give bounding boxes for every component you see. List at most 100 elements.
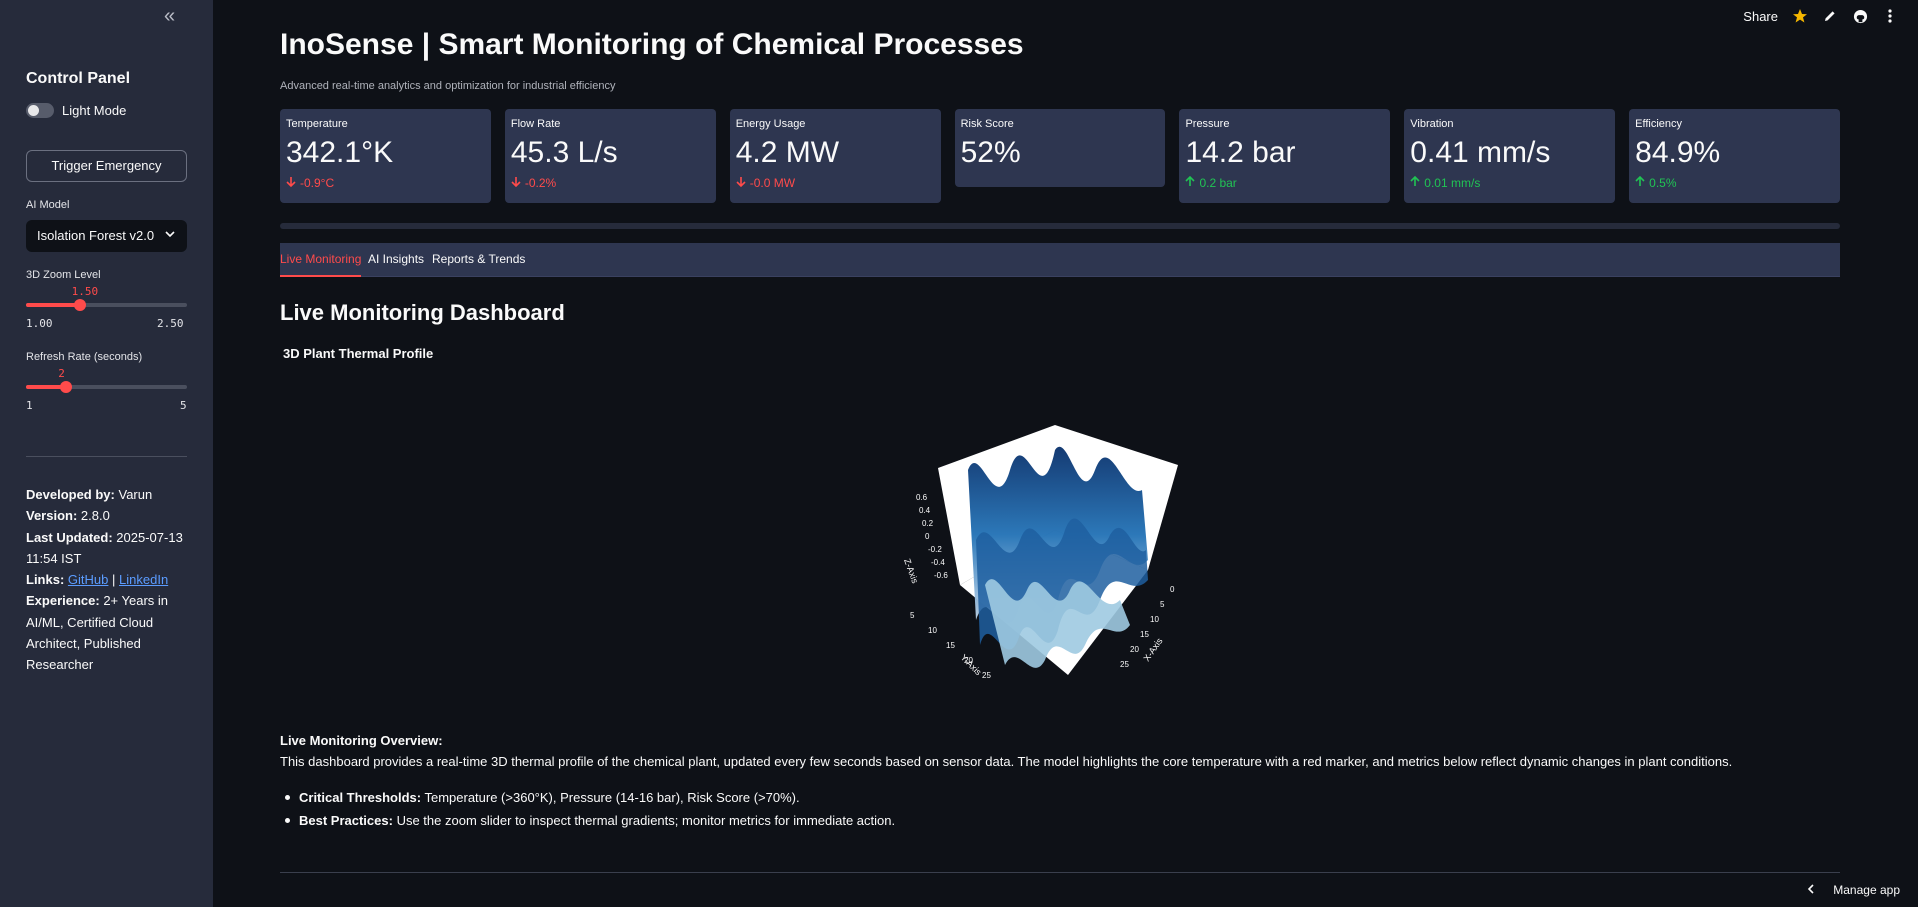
metric-delta: 0.5% (1635, 175, 1834, 190)
section-title: Live Monitoring Dashboard (280, 300, 565, 325)
share-button[interactable]: Share (1743, 9, 1778, 24)
overview-heading: Live Monitoring Overview: (280, 733, 443, 748)
edit-icon[interactable] (1822, 8, 1838, 24)
sidebar-divider (26, 456, 187, 457)
tab-bar: Live Monitoring AI Insights Reports & Tr… (280, 243, 1840, 277)
tick-label: 0.2 (922, 519, 934, 528)
tick-label: 25 (982, 671, 991, 680)
thermal-3d-chart[interactable]: 0.60.40.20-0.2-0.4-0.6 510152025 0510152… (880, 410, 1210, 710)
tick-label: 0 (925, 532, 930, 541)
metric-delta-value: -0.2% (524, 176, 557, 190)
refresh-slider-handle[interactable] (60, 381, 73, 393)
light-mode-toggle-row[interactable]: Light Mode (26, 103, 126, 118)
linkedin-link[interactable]: LinkedIn (119, 572, 168, 587)
refresh-value: 2 (58, 367, 65, 380)
chevron-left-icon (1807, 883, 1815, 897)
top-toolbar: Share (1743, 8, 1898, 24)
developed-by-value: Varun (118, 487, 153, 502)
ai-model-select[interactable]: Isolation Forest v2.0 (26, 220, 187, 252)
arrow-up-icon (1185, 175, 1196, 190)
light-mode-label: Light Mode (62, 103, 127, 118)
metric-delta-value: -0.0 MW (749, 176, 796, 190)
tick-label: 10 (928, 626, 937, 635)
metric-value: 84.9% (1635, 136, 1721, 169)
tick-label: 15 (946, 641, 955, 650)
tab-reports-trends[interactable]: Reports & Trends (432, 243, 525, 277)
page-title: InoSense | Smart Monitoring of Chemical … (280, 28, 1024, 61)
tab-ai-insights[interactable]: AI Insights (368, 243, 424, 277)
tick-label: 5 (1160, 600, 1165, 609)
light-mode-toggle[interactable] (26, 103, 54, 118)
experience-label: Experience: (26, 593, 100, 609)
chevron-down-icon (165, 220, 175, 252)
arrow-down-icon (286, 176, 296, 190)
chart-title: 3D Plant Thermal Profile (283, 346, 434, 361)
tick-label: -0.2 (928, 545, 942, 554)
bullet-text: Use the zoom slider to inspect thermal g… (396, 813, 896, 828)
developer-info: Developed by: Varun Version: 2.8.0 Last … (26, 484, 191, 676)
sidebar-title: Control Panel (26, 70, 131, 87)
arrow-down-icon (736, 176, 746, 190)
overview-text: This dashboard provides a real-time 3D t… (280, 754, 1733, 769)
version-label: Version: (26, 508, 78, 524)
metric-delta: -0.0 MW (736, 176, 935, 190)
github-icon[interactable] (1852, 8, 1868, 24)
metric-label: Risk Score (960, 118, 1014, 130)
tick-label: 10 (1150, 615, 1159, 624)
manage-app-button[interactable]: Manage app (1807, 883, 1900, 897)
tick-label: 5 (910, 611, 915, 620)
metric-label: Vibration (1410, 118, 1454, 130)
tick-label: 0.4 (919, 506, 931, 515)
metric-value: 52% (960, 136, 1021, 169)
metric-label: Temperature (286, 118, 348, 130)
metric-label: Energy Usage (735, 118, 806, 130)
tick-label: 0 (1170, 585, 1175, 594)
star-icon[interactable] (1792, 8, 1808, 24)
metric-value: 14.2 bar (1185, 136, 1296, 169)
trigger-emergency-button[interactable]: Trigger Emergency (26, 150, 187, 182)
metric-card: Energy Usage 4.2 MW -0.0 MW (729, 109, 941, 203)
tab-live-monitoring[interactable]: Live Monitoring (280, 243, 362, 277)
zoom-min: 1.00 (26, 317, 53, 330)
arrow-up-icon (1410, 175, 1420, 190)
bullet-bold: Best Practices: (299, 813, 393, 828)
metric-delta: 0.01 mm/s (1410, 175, 1609, 190)
metric-card: Vibration 0.41 mm/s 0.01 mm/s (1404, 109, 1616, 203)
metric-delta-value: 0.5% (1649, 176, 1677, 190)
refresh-min: 1 (26, 399, 33, 412)
collapse-sidebar-icon[interactable]: « (164, 6, 184, 28)
metric-value: 45.3 L/s (510, 136, 618, 169)
version-value: 2.8.0 (80, 508, 110, 524)
metric-delta-value: 0.01 mm/s (1424, 176, 1481, 190)
ai-model-label: AI Model (26, 199, 70, 211)
overview-bullets: Critical Thresholds: Temperature (>360°K… (280, 788, 895, 834)
manage-app-label: Manage app (1833, 883, 1900, 897)
metric-value: 0.41 mm/s (1410, 136, 1551, 169)
tick-label: -0.4 (931, 558, 945, 567)
z-axis-ticks: 0.6 0.4 0.2 0 -0.2 -0.4 -0.6 (916, 493, 948, 580)
metric-card: Temperature 342.1°K -0.9°C (280, 109, 491, 203)
developed-by-label: Developed by: (26, 487, 115, 502)
bullet-text: Temperature (>360°K), Pressure (14-16 ba… (424, 790, 800, 805)
more-icon[interactable] (1882, 8, 1898, 24)
refresh-slider[interactable] (26, 381, 187, 393)
metric-card: Risk Score 52% (954, 109, 1166, 187)
zoom-slider-handle[interactable] (73, 299, 86, 311)
updated-label: Last Updated: (26, 529, 113, 545)
link-separator: | (112, 572, 116, 588)
list-item: Best Practices: Use the zoom slider to i… (280, 811, 895, 834)
metric-delta: -0.2% (511, 176, 710, 190)
tick-label: 15 (1140, 630, 1149, 639)
metric-value: 342.1°K (286, 136, 394, 169)
tick-label: 0.6 (916, 493, 928, 502)
tick-label: 25 (1120, 660, 1129, 669)
zoom-value: 1.50 (71, 285, 99, 298)
github-link[interactable]: GitHub (68, 572, 108, 587)
zoom-slider[interactable] (26, 299, 187, 311)
bottom-divider (280, 872, 1840, 873)
arrow-up-icon (1635, 175, 1645, 190)
metric-label: Pressure (1185, 118, 1230, 130)
metric-card: Efficiency 84.9% 0.5% (1629, 109, 1841, 203)
refresh-max: 5 (180, 399, 187, 412)
metric-delta: 0.2 bar (1185, 175, 1384, 190)
